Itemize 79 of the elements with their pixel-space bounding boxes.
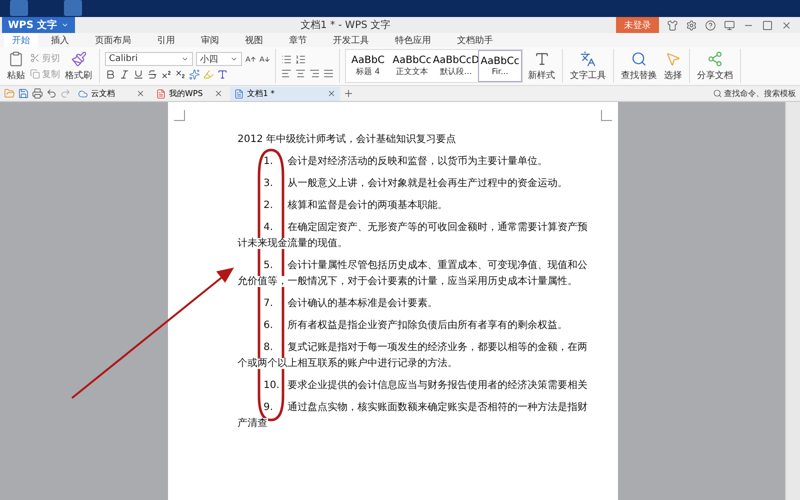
paste-button[interactable]: 粘贴	[5, 50, 27, 82]
close-icon	[327, 89, 336, 98]
font-field[interactable]: Calibri	[105, 52, 193, 66]
text-effect-icon	[189, 69, 200, 80]
maximize-icon	[762, 20, 773, 30]
caret-icon	[230, 55, 238, 63]
search-field[interactable]: 查找命令、搜索模板	[713, 88, 800, 99]
select-button[interactable]: 选择	[662, 50, 684, 82]
open-folder-icon	[4, 88, 15, 99]
app-menu-button[interactable]: WPS 文字	[2, 17, 76, 33]
numbered-list-icon	[295, 54, 306, 64]
scrollbar[interactable]	[785, 102, 800, 500]
document-tab[interactable]: 文档1 *	[230, 86, 340, 100]
italic-icon	[119, 69, 130, 80]
subscript-icon	[175, 69, 186, 80]
close-icon	[781, 20, 792, 30]
document-paragraph: 5. 会计计量属性尽管包括历史成本、重置成本、可变现净值、现值和公允价值等，一般情况下，对于会计要素的计量，应当采用历史成本计量属性。	[238, 258, 588, 289]
underline-icon	[133, 69, 144, 80]
shrink-font-icon	[259, 54, 270, 64]
close-icon	[214, 89, 223, 98]
cloud-icon	[78, 88, 88, 98]
monitor-icon	[724, 20, 735, 30]
find-replace-button[interactable]: 查找替换	[619, 50, 659, 82]
save-icon	[18, 88, 29, 99]
text-tools-button[interactable]: 文字工具	[568, 50, 608, 82]
document-paragraph: 8. 复式记账是指对于每一项发生的经济业务，都要以相等的金额，在两个或两个以上相互联系的账户中进行记录的方法。	[238, 340, 588, 371]
document-icon	[156, 88, 166, 98]
caret-icon	[61, 21, 70, 29]
justify-icon	[323, 68, 334, 78]
clipboard-icon	[8, 50, 24, 66]
new-style-button[interactable]: 新样式	[526, 50, 557, 82]
scissors-icon	[30, 53, 40, 63]
menu-tab[interactable]: 页面布局	[82, 33, 144, 47]
document-icon	[234, 88, 244, 98]
menu-tab[interactable]: 文档助手	[444, 33, 506, 47]
align-left-icon	[281, 68, 292, 78]
document-paragraph: 4. 在确定固定资产、无形资产等的可收回金额时，通常需要计算资产预计未来现金流量的现值。	[238, 220, 588, 251]
help-icon	[705, 20, 716, 30]
redo-icon	[60, 88, 71, 99]
print-icon	[32, 88, 43, 99]
menu-tab[interactable]: 开发工具	[320, 33, 382, 47]
document-tab[interactable]: 云文档	[74, 86, 149, 100]
menu-tab[interactable]: 审阅	[188, 33, 232, 47]
translate-icon	[580, 50, 596, 66]
font-size-field[interactable]: 小四	[196, 52, 242, 66]
format-painter-button[interactable]: 格式刷	[63, 50, 94, 82]
bold-icon	[105, 69, 116, 80]
menu-tab[interactable]: 特色应用	[382, 33, 444, 47]
font-color-icon	[217, 69, 228, 80]
menu-tab[interactable]: 引用	[144, 33, 188, 47]
align-center-icon	[295, 68, 306, 78]
menu-tab[interactable]: 插入	[38, 33, 82, 47]
caret-icon	[181, 55, 189, 63]
menu-tab[interactable]: 开始	[4, 33, 38, 47]
style-item[interactable]: AaBbCc Fir...	[478, 50, 522, 82]
strikethrough-icon	[147, 69, 158, 80]
desktop-icon[interactable]	[10, 0, 28, 16]
document-tab[interactable]: 我的WPS	[152, 86, 227, 100]
new-tab-icon	[343, 88, 354, 99]
settings-icon	[686, 20, 697, 30]
cursor-icon	[665, 50, 681, 66]
shirt-icon	[667, 20, 678, 30]
search-icon	[713, 89, 722, 98]
align-right-icon	[309, 68, 320, 78]
share-button[interactable]: 分享文档	[695, 50, 735, 82]
superscript-icon	[161, 69, 172, 80]
menu-tab[interactable]: 章节	[276, 33, 320, 47]
close-icon	[136, 89, 145, 98]
undo-icon	[46, 88, 57, 99]
grow-font-icon	[245, 54, 256, 64]
desktop-icon[interactable]	[64, 0, 82, 16]
copy-icon	[30, 69, 40, 79]
highlighter-icon	[203, 69, 214, 80]
paintbrush-icon	[70, 50, 86, 66]
search-icon	[631, 50, 647, 66]
share-icon	[707, 50, 723, 66]
menu-tab[interactable]: 视图	[232, 33, 276, 47]
document-title: 2012 年中级统计师考试，会计基础知识复习要点	[238, 132, 458, 147]
window-title: 文档1 * - WPS 文字	[300, 18, 392, 32]
